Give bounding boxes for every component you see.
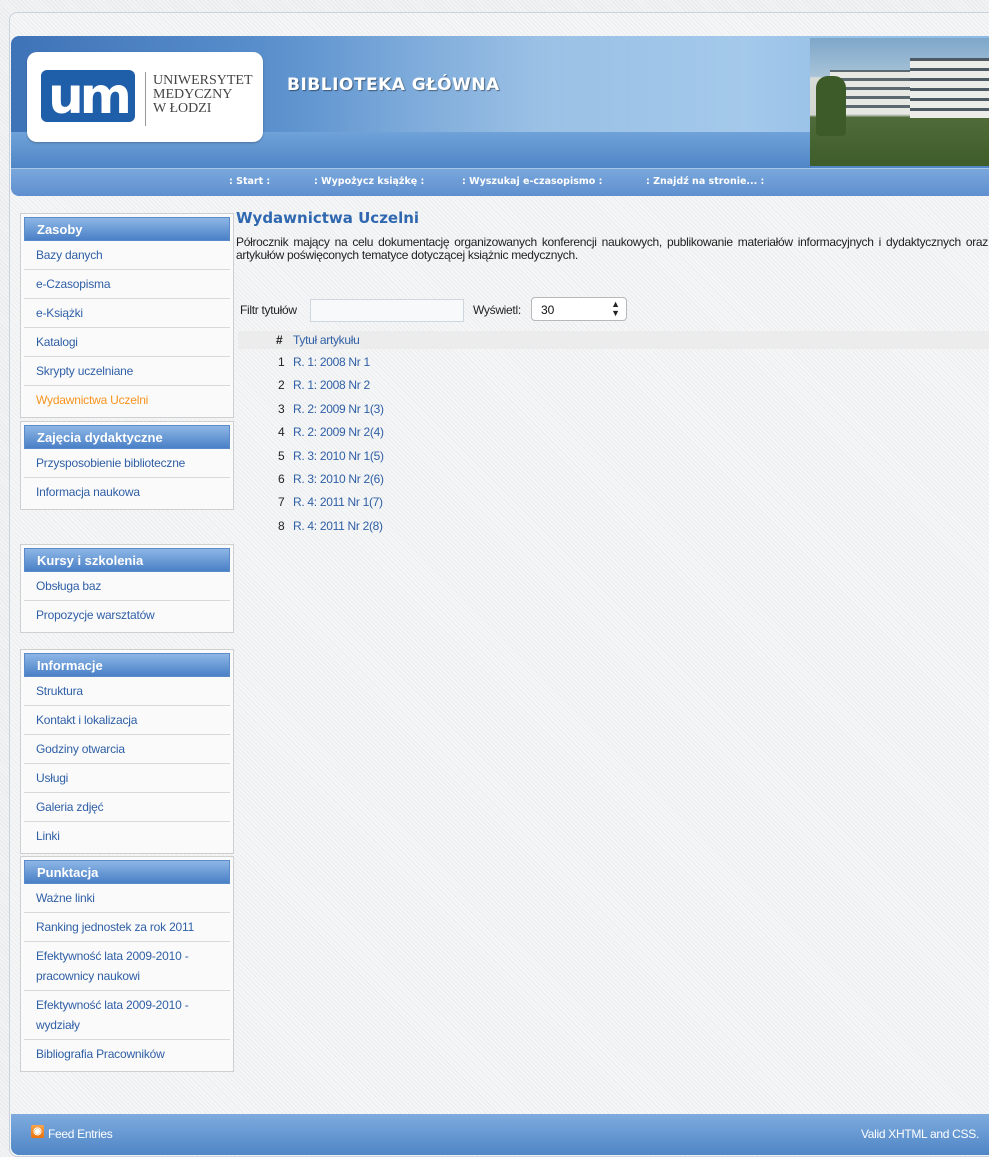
sidebar-box-title: Kursy i szkolenia [24, 548, 230, 572]
row-number: 1 [278, 355, 285, 369]
sidebar-item[interactable]: Kontakt i lokalizacja [24, 706, 230, 735]
select-arrows-icon: ▲ ▼ [611, 299, 620, 318]
article-link[interactable]: R. 1: 2008 Nr 2 [293, 378, 370, 392]
row-number: 8 [278, 518, 285, 533]
sidebar-item[interactable]: Bibliografia Pracowników [24, 1040, 230, 1068]
row-number: 6 [278, 472, 285, 486]
sidebar-box: Informacje Struktura Kontakt i lokalizacja… [20, 649, 234, 854]
nav-start[interactable]: : Start : [229, 176, 270, 187]
sidebar-item[interactable]: Ważne linki [24, 884, 230, 913]
sidebar-item[interactable]: Godziny otwarcia [24, 735, 230, 764]
logo-text: UNIWERSYTET MEDYCZNY W ŁODZI [153, 73, 253, 116]
filter-label: Filtr tytułów [240, 303, 297, 317]
article-link[interactable]: R. 4: 2011 Nr 2(8) [293, 519, 383, 533]
sidebar-item[interactable]: Ranking jednostek za rok 2011 [24, 913, 230, 942]
rss-icon[interactable]: ◉ [31, 1125, 44, 1138]
logo-mark: um [41, 70, 135, 122]
nav-search-ejournal[interactable]: : Wyszukaj e-czasopismo : [462, 176, 602, 187]
article-link[interactable]: R. 2: 2009 Nr 1(3) [293, 402, 384, 416]
nav-borrow-book[interactable]: : Wypożycz książkę : [314, 176, 424, 187]
sidebar-box: Punktacja Ważne linki Ranking jednostek za… [20, 856, 234, 1072]
title-filter-input[interactable] [310, 299, 464, 322]
sidebar-item[interactable]: Bazy danych [24, 241, 230, 270]
sidebar-box-title: Punktacja [24, 860, 230, 884]
sidebar-item[interactable]: Przysposobienie biblioteczne [24, 449, 230, 478]
column-header-number: # [276, 333, 283, 347]
article-link[interactable]: R. 2: 2009 Nr 2(4) [293, 425, 384, 439]
page-title: Wydawnictwa Uczelni [236, 209, 420, 227]
article-link[interactable]: R. 3: 2010 Nr 2(6) [293, 472, 384, 486]
article-link[interactable]: R. 3: 2010 Nr 1(5) [293, 449, 384, 463]
library-building-photo [810, 38, 989, 166]
feed-entries-link[interactable]: Feed Entries [48, 1127, 113, 1141]
page-intro: Półrocznik mający na celu dokumentację o… [236, 235, 988, 262]
article-link[interactable]: R. 4: 2011 Nr 1(7) [293, 495, 383, 509]
sidebar-item[interactable]: Skrypty uczelniane [24, 357, 230, 386]
article-link[interactable]: R. 1: 2008 Nr 1 [293, 355, 370, 369]
site-footer [11, 1114, 989, 1155]
sidebar-box-title: Informacje [24, 653, 230, 677]
row-number: 5 [278, 448, 285, 463]
sidebar-box: Zajęcia dydaktyczne Przysposobienie bibli… [20, 421, 234, 510]
sidebar-item[interactable]: Efektywność lata 2009-2010 - wydziały [24, 991, 230, 1040]
site-header: um UNIWERSYTET MEDYCZNY W ŁODZI BIBLIOTE… [11, 36, 989, 168]
sidebar-item[interactable]: Struktura [24, 677, 230, 706]
sidebar-item[interactable]: Katalogi [24, 328, 230, 357]
sidebar-item[interactable]: Galeria zdjęć [24, 793, 230, 822]
sidebar-item[interactable]: e-Czasopisma [24, 270, 230, 299]
show-count-select[interactable]: 30 ▲ ▼ [531, 297, 627, 321]
sidebar-item[interactable]: Informacja naukowa [24, 478, 230, 506]
row-number: 7 [278, 495, 285, 510]
sidebar-box-title: Zasoby [24, 217, 230, 241]
site-title: BIBLIOTEKA GŁÓWNA [287, 75, 500, 95]
sidebar-box: Zasoby Bazy danych e-Czasopisma e-Książki Ka… [20, 213, 234, 418]
column-header-title[interactable]: Tytuł artykułu [293, 333, 360, 347]
sidebar-item[interactable]: Efektywność lata 2009-2010 - pracownicy … [24, 942, 230, 991]
sidebar-item[interactable]: Obsługa baz [24, 572, 230, 601]
show-count-value: 30 [541, 303, 555, 317]
top-navigation: : Start : : Wypożycz książkę : : Wyszuka… [11, 168, 989, 196]
nav-find-on-page[interactable]: : Znajdź na stronie... : [646, 176, 764, 187]
valid-xhtml-css-text: Valid XHTML and CSS. [860, 1127, 979, 1141]
sidebar-item[interactable]: Usługi [24, 764, 230, 793]
sidebar-item[interactable]: Wydawnictwa Uczelni [24, 386, 230, 414]
sidebar-item[interactable]: Linki [24, 822, 230, 850]
sidebar-item[interactable]: Propozycje warsztatów [24, 601, 230, 629]
row-number: 2 [278, 378, 285, 393]
sidebar-box-title: Zajęcia dydaktyczne [24, 425, 230, 449]
sidebar-item[interactable]: e-Książki [24, 299, 230, 328]
row-number: 4 [278, 425, 285, 440]
sidebar-box: Kursy i szkolenia Obsługa baz Propozycje w… [20, 544, 234, 633]
university-logo[interactable]: um UNIWERSYTET MEDYCZNY W ŁODZI [27, 52, 263, 142]
show-label: Wyświetl: [473, 303, 521, 317]
row-number: 3 [278, 401, 285, 416]
